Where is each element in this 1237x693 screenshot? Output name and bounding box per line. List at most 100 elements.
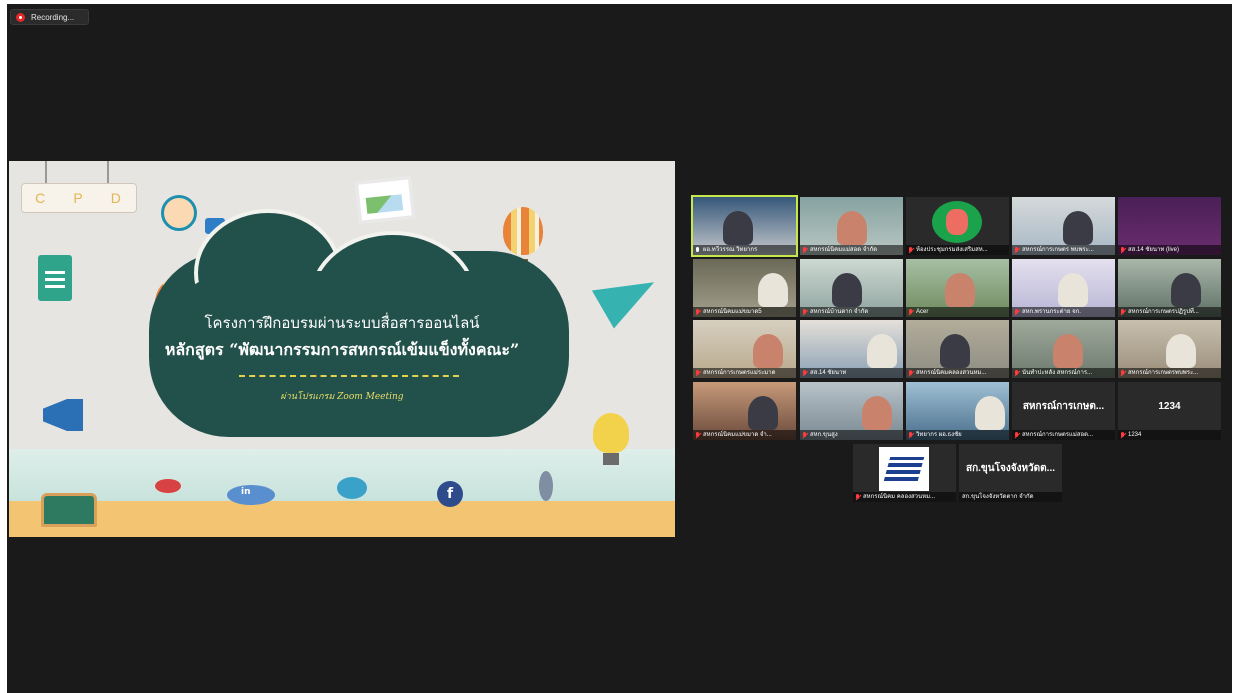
sign-string xyxy=(45,161,47,183)
cooperative-logo-icon xyxy=(932,201,982,243)
mic-muted-icon xyxy=(1014,369,1020,377)
person-icon xyxy=(161,195,197,231)
cpd-sign: C P D xyxy=(21,183,137,213)
participant-figure xyxy=(1058,273,1088,307)
participant-tile[interactable]: สหกรณ์การเกษตรปฏิรูปที่... xyxy=(1118,259,1221,317)
participant-display-name: สหกรณ์การเกษต... xyxy=(1022,400,1105,412)
mic-muted-icon xyxy=(908,246,914,254)
cpd-letter: P xyxy=(73,190,85,206)
mic-muted-icon xyxy=(908,431,914,439)
participant-tile[interactable]: สหกรณ์บ้านตาก จำกัด xyxy=(800,259,903,317)
cooperative-logo-icon xyxy=(879,447,929,491)
recording-icon xyxy=(16,12,25,22)
participant-name-bar: สส.14 ชัยนาท (live) xyxy=(1118,245,1221,255)
participant-name-bar: Acer xyxy=(906,307,1009,317)
participant-name-bar: สหก.พรานกระต่าย จก. xyxy=(1012,307,1115,317)
participant-tile[interactable]: สส.14 ชัยนาท xyxy=(800,320,903,378)
participant-tile[interactable]: สหก.พรานกระต่าย จก. xyxy=(1012,259,1115,317)
participant-tile[interactable]: สหกรณ์การเกษตรพบพระ... xyxy=(1118,320,1221,378)
mic-muted-icon xyxy=(1014,431,1020,439)
light-bulb-base xyxy=(603,453,619,465)
participant-figure xyxy=(1053,334,1083,368)
participant-name-bar: สหกรณ์นิคม คลองสวนหม... xyxy=(853,492,956,502)
participant-name: ห้องประชุมกรมส่งเสริมสห... xyxy=(916,247,988,253)
participant-tile[interactable]: สหกรณ์การเกษตร พบพระ... xyxy=(1012,197,1115,255)
seahorse-icon xyxy=(539,471,553,501)
participant-name-bar: สส.14 ชัยนาท xyxy=(800,368,903,378)
mic-muted-icon xyxy=(1120,431,1126,439)
shared-screen-slide: C P D โครงการฝึกอบรมผ่านระบบสื่อสารออนไล… xyxy=(9,161,675,537)
participant-figure xyxy=(837,211,867,245)
slide-title: โครงการฝึกอบรมผ่านระบบสื่อสารออนไลน์ xyxy=(204,314,480,332)
participant-figure xyxy=(1063,211,1093,245)
participant-figure xyxy=(832,273,862,307)
participant-tile[interactable]: สส.14 ชัยนาท (live) xyxy=(1118,197,1221,255)
participant-tile[interactable]: ผอ.ทวีวรรณ วิทยากร xyxy=(691,195,798,257)
mic-muted-icon xyxy=(1120,308,1126,316)
participant-name: สหก.พรานกระต่าย จก. xyxy=(1022,309,1081,315)
mic-muted-icon xyxy=(802,431,808,439)
recording-label: Recording... xyxy=(31,12,75,22)
participant-display-name: 1234 xyxy=(1158,400,1181,412)
facebook-icon: f xyxy=(437,481,463,507)
participant-tile[interactable]: สหก.ขุนสูง xyxy=(800,382,903,440)
sign-string xyxy=(107,161,109,183)
slide-caption: ผ่านโปรแกรม Zoom Meeting xyxy=(280,392,404,402)
participant-name: นันทำปะหลัง สหกรณ์การ... xyxy=(1022,370,1093,376)
participant-figure xyxy=(945,273,975,307)
participant-name-bar: นันทำปะหลัง สหกรณ์การ... xyxy=(1012,368,1115,378)
participant-name: สหกรณ์การเกษตรแม่สอด... xyxy=(1022,432,1094,438)
participant-name: สหกรณ์การเกษตรแม่ระมาด xyxy=(703,370,776,376)
mic-icon xyxy=(695,246,701,254)
participant-name: สหกรณ์การเกษตรพบพระ... xyxy=(1128,370,1199,376)
participant-tile[interactable]: สหกรณ์นิคมแม่สอด จำกัด xyxy=(800,197,903,255)
participant-figure xyxy=(758,273,788,307)
participant-name: สหกรณ์การเกษตรปฏิรูปที่... xyxy=(1128,309,1199,315)
hot-air-balloon-icon xyxy=(503,207,543,255)
participant-figure xyxy=(940,334,970,368)
participant-name: สหกรณ์นิคมแม่ขมาด5 xyxy=(703,309,762,315)
cpd-letter: C xyxy=(35,190,48,206)
participant-name: สหกรณ์การเกษตร พบพระ... xyxy=(1022,247,1094,253)
recording-indicator[interactable]: Recording... xyxy=(10,9,89,25)
participant-figure xyxy=(1166,334,1196,368)
participant-tile[interactable]: สหกรณ์นิคมแม่ขมาด จำ... xyxy=(693,382,796,440)
linkedin-icon: in xyxy=(241,487,251,497)
slide-subtitle: หลักสูตร “พัฒนากรรมการสหกรณ์เข้มแข็งทั้ง… xyxy=(164,340,520,359)
participant-name: สหกรณ์นิคมแม่สอด จำกัด xyxy=(810,247,878,253)
mic-muted-icon xyxy=(802,308,808,316)
participant-tile[interactable]: Acer xyxy=(906,259,1009,317)
participant-name-bar: สหกรณ์การเกษตรพบพระ... xyxy=(1118,368,1221,378)
participant-tile[interactable]: วิทยากร ผอ.ธงชัย xyxy=(906,382,1009,440)
mic-muted-icon xyxy=(1014,246,1020,254)
mic-muted-icon xyxy=(1014,308,1020,316)
fish-icon xyxy=(337,477,367,499)
mic-muted-icon xyxy=(695,308,701,316)
participant-tile[interactable]: สก.ขุนโจงจังหวัดต... สก.ขุนโจงจังหวัดตาก … xyxy=(959,444,1062,502)
participant-tile[interactable]: สหกรณ์นิคมคลองสวนหม... xyxy=(906,320,1009,378)
participant-name-bar: สหกรณ์นิคมแม่ขมาด5 xyxy=(693,307,796,317)
mic-muted-icon xyxy=(1120,369,1126,377)
participant-tile[interactable]: สหกรณ์การเกษต... สหกรณ์การเกษตรแม่สอด... xyxy=(1012,382,1115,440)
participant-tile[interactable]: สหกรณ์การเกษตรแม่ระมาด xyxy=(693,320,796,378)
participant-name-bar: ผอ.ทวีวรรณ วิทยากร xyxy=(693,245,796,255)
participant-tile[interactable]: สหกรณ์นิคม คลองสวนหม... xyxy=(853,444,956,502)
cpd-letter: D xyxy=(110,190,123,206)
participant-name: สส.14 ชัยนาท xyxy=(810,370,847,376)
light-bulb-icon xyxy=(593,413,629,453)
participant-name: สหกรณ์นิคมแม่ขมาด จำ... xyxy=(703,432,772,438)
participant-figure xyxy=(1171,273,1201,307)
participant-tile[interactable]: 1234 1234 xyxy=(1118,382,1221,440)
mic-muted-icon xyxy=(908,308,914,316)
participant-name: 1234 xyxy=(1128,432,1142,438)
participant-name: สหกรณ์บ้านตาก จำกัด xyxy=(810,309,869,315)
crab-icon xyxy=(155,479,181,493)
participant-name-bar: สหก.ขุนสูง xyxy=(800,430,903,440)
mic-muted-icon xyxy=(802,246,808,254)
participant-tile[interactable]: ห้องประชุมกรมส่งเสริมสห... xyxy=(906,197,1009,255)
participant-name: ผอ.ทวีวรรณ วิทยากร xyxy=(703,247,758,253)
participant-tile[interactable]: นันทำปะหลัง สหกรณ์การ... xyxy=(1012,320,1115,378)
participant-tile[interactable]: สหกรณ์นิคมแม่ขมาด5 xyxy=(693,259,796,317)
participant-name-bar: สหกรณ์บ้านตาก จำกัด xyxy=(800,307,903,317)
picture-icon xyxy=(354,176,416,224)
